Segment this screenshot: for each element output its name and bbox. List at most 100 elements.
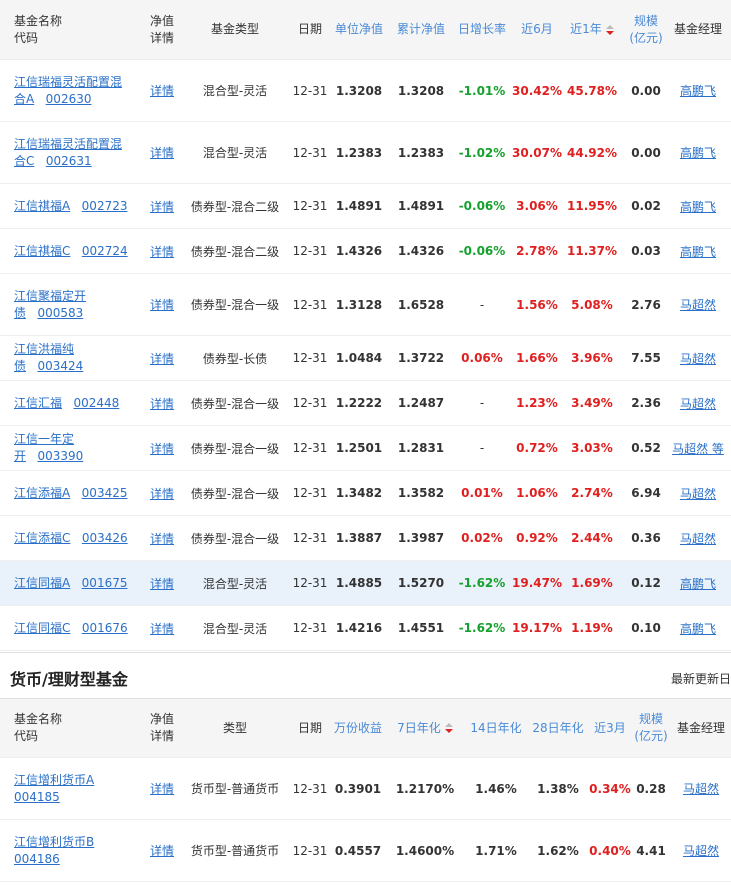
fund-name-link[interactable]: 江信增利货币B — [14, 835, 94, 849]
fund-code-link[interactable]: 002724 — [82, 244, 128, 258]
col-header-28d[interactable]: 28日年化 — [528, 699, 588, 757]
return-6m: 19.17% — [512, 621, 562, 635]
fund-name-cell: 江信祺福A 002723 — [0, 184, 140, 228]
fund-scale: 0.28 — [636, 781, 666, 796]
fund-name-link[interactable]: 江信同福A — [14, 576, 70, 590]
acc-nav: 1.4326 — [397, 244, 445, 258]
detail-link[interactable]: 详情 — [150, 530, 174, 547]
date: 12-31 — [292, 621, 328, 635]
fund-code-link[interactable]: 004186 — [14, 852, 60, 866]
fund-name-link[interactable]: 江信汇福 — [14, 396, 62, 410]
col-header-1y[interactable]: 近1年 — [562, 0, 622, 59]
daily-growth: 0.01% — [461, 486, 503, 500]
col-header-7d-label[interactable]: 7日年化 — [397, 720, 441, 737]
fund-code-link[interactable]: 002448 — [73, 396, 119, 410]
sort-desc-icon[interactable] — [605, 24, 614, 35]
unit-nav: 1.4326 — [335, 244, 383, 258]
col-header-wan[interactable]: 万份收益 — [330, 699, 386, 757]
manager-link[interactable]: 高鹏飞 — [680, 198, 716, 215]
wan-yield: 0.3901 — [334, 781, 382, 796]
manager-link[interactable]: 高鹏飞 — [680, 620, 716, 637]
fund-scale: 0.12 — [631, 576, 661, 590]
yield-14d: 1.71% — [475, 843, 517, 858]
detail-link[interactable]: 详情 — [150, 82, 174, 99]
fund-code-link[interactable]: 003425 — [82, 486, 128, 500]
manager-link[interactable]: 高鹏飞 — [680, 144, 716, 161]
fund-code-link[interactable]: 000583 — [37, 306, 83, 320]
acc-nav: 1.3987 — [397, 531, 445, 545]
fund-name-cell: 江信汇福 002448 — [0, 381, 140, 425]
fund-name-link[interactable]: 江信祺福A — [14, 199, 70, 213]
col-header-1y-label[interactable]: 近1年 — [570, 21, 602, 38]
date: 12-31 — [292, 244, 328, 258]
fund-scale: 7.55 — [631, 351, 661, 365]
manager-link[interactable]: 马超然 — [680, 395, 716, 412]
detail-link[interactable]: 详情 — [150, 198, 174, 215]
col-header-manager: 基金经理 — [673, 22, 722, 36]
fund-name-link[interactable]: 江信增利货币A — [14, 773, 94, 787]
detail-link[interactable]: 详情 — [150, 485, 174, 502]
manager-link[interactable]: 马超然 — [680, 530, 716, 547]
return-6m: 3.06% — [516, 199, 558, 213]
fund-code-link[interactable]: 002630 — [46, 92, 92, 106]
return-6m: 0.72% — [516, 441, 558, 455]
daily-growth: - — [479, 441, 485, 455]
detail-link[interactable]: 详情 — [150, 780, 174, 797]
fund-code-link[interactable]: 002631 — [46, 154, 92, 168]
fund-code-link[interactable]: 001675 — [82, 576, 128, 590]
fund-code-link[interactable]: 001676 — [82, 621, 128, 635]
detail-link[interactable]: 详情 — [150, 620, 174, 637]
fund-scale: 2.36 — [631, 396, 661, 410]
manager-link[interactable]: 马超然 等 — [672, 440, 724, 457]
daily-growth: -0.06% — [458, 199, 506, 213]
fund-name-link[interactable]: 江信祺福C — [14, 244, 70, 258]
col-header-nav[interactable]: 单位净值 — [330, 0, 388, 59]
table-row: 江信同福A 001675 详情 混合型-灵活 12-31 1.4885 1.52… — [0, 561, 731, 606]
col-header-scale[interactable]: 规模 (亿元) — [630, 699, 672, 757]
manager-link[interactable]: 马超然 — [683, 780, 719, 797]
manager-link[interactable]: 马超然 — [683, 842, 719, 859]
detail-link[interactable]: 详情 — [150, 575, 174, 592]
fund-name-cell: 江信祺福C 002724 — [0, 229, 140, 273]
fund-name-link[interactable]: 江信添福C — [14, 531, 70, 545]
detail-link[interactable]: 详情 — [150, 296, 174, 313]
fund-name-cell: 江信添福C 003426 — [0, 516, 140, 560]
fund-name-link[interactable]: 江信同福C — [14, 621, 70, 635]
detail-link[interactable]: 详情 — [150, 440, 174, 457]
acc-nav: 1.3582 — [397, 486, 445, 500]
col-header-acc[interactable]: 累计净值 — [392, 0, 450, 59]
detail-link[interactable]: 详情 — [150, 350, 174, 367]
fund-type: 债券型-混合一级 — [190, 441, 280, 456]
detail-link[interactable]: 详情 — [150, 842, 174, 859]
yield-7d: 1.4600% — [395, 843, 455, 858]
return-6m: 30.07% — [512, 145, 562, 160]
date: 12-31 — [292, 486, 328, 500]
fund-scale: 4.41 — [636, 843, 666, 858]
table-row: 江信瑞福灵活配置混合A 002630 详情 混合型-灵活 12-31 1.320… — [0, 60, 731, 122]
manager-link[interactable]: 高鹏飞 — [680, 243, 716, 260]
manager-link[interactable]: 马超然 — [680, 350, 716, 367]
col-header-14d[interactable]: 14日年化 — [465, 699, 527, 757]
col-header-7d[interactable]: 7日年化 — [390, 699, 460, 757]
col-header-3m[interactable]: 近3月 — [588, 699, 632, 757]
manager-link[interactable]: 马超然 — [680, 485, 716, 502]
unit-nav: 1.3208 — [335, 83, 383, 98]
manager-link[interactable]: 马超然 — [680, 296, 716, 313]
daily-growth: -1.01% — [458, 83, 506, 98]
fund-code-link[interactable]: 002723 — [82, 199, 128, 213]
detail-link[interactable]: 详情 — [150, 144, 174, 161]
fund-code-link[interactable]: 003424 — [37, 359, 83, 373]
col-header-daily[interactable]: 日增长率 — [452, 0, 512, 59]
detail-link[interactable]: 详情 — [150, 243, 174, 260]
manager-link[interactable]: 高鹏飞 — [680, 575, 716, 592]
detail-link[interactable]: 详情 — [150, 395, 174, 412]
manager-link[interactable]: 高鹏飞 — [680, 82, 716, 99]
fund-code-link[interactable]: 004185 — [14, 790, 60, 804]
fund-name-link[interactable]: 江信添福A — [14, 486, 70, 500]
fund-code-link[interactable]: 003426 — [82, 531, 128, 545]
return-6m: 1.06% — [516, 486, 558, 500]
sort-desc-icon[interactable] — [444, 723, 453, 733]
col-header-scale[interactable]: 规模 (亿元) — [625, 0, 667, 59]
col-header-6m[interactable]: 近6月 — [512, 0, 562, 59]
fund-code-link[interactable]: 003390 — [37, 449, 83, 463]
